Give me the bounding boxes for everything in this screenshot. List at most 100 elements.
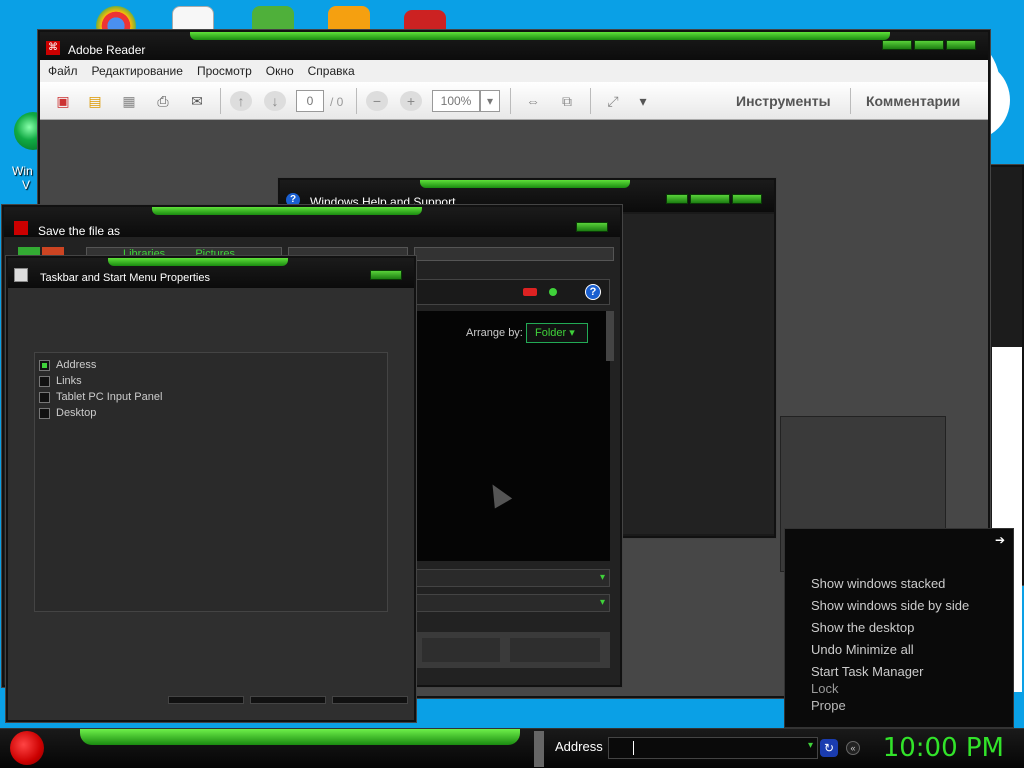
print-icon[interactable]: ⎙: [152, 91, 174, 111]
toolbar-strip: [414, 247, 614, 261]
arrange-chevron-icon: ▾: [569, 327, 575, 339]
taskbar-context-menu[interactable]: ➔ Show windows stacked Show windows side…: [784, 528, 1014, 728]
arrange-by-value: Folder: [535, 327, 567, 339]
address-label: Address: [56, 359, 97, 371]
email-icon[interactable]: ✉: [186, 91, 208, 111]
toolbar-option-links[interactable]: Links: [39, 373, 383, 389]
save-titlebar[interactable]: Save the file as: [4, 207, 620, 238]
red-status-icon: [523, 288, 537, 296]
taskbar-properties-window[interactable]: Taskbar and Start Menu Properties Addres…: [6, 256, 416, 722]
more-chevron-icon[interactable]: ▾: [632, 91, 654, 111]
cancel-button[interactable]: [510, 638, 600, 662]
cancel-props-button[interactable]: [250, 696, 326, 704]
file-list[interactable]: Arrange by: Folder ▾: [414, 311, 614, 561]
create-pdf-icon[interactable]: ▣: [52, 91, 74, 111]
zoom-in-icon[interactable]: +: [400, 91, 422, 111]
desktop-label: Desktop: [56, 407, 97, 419]
desktop-checkbox[interactable]: [39, 407, 50, 419]
links-checkbox[interactable]: [39, 375, 50, 387]
save-icon[interactable]: ▦: [118, 91, 140, 111]
taskbar[interactable]: Address ▾ ↻ « 10:00 PM: [0, 728, 1024, 768]
menu-item-lock[interactable]: Lock: [785, 683, 1013, 695]
help-icon[interactable]: ?: [585, 284, 601, 300]
help-minimize-button[interactable]: [666, 194, 688, 204]
taskbar-scroll-handle[interactable]: [534, 731, 544, 767]
save-title: Save the file as: [38, 224, 121, 238]
tablet-label: Tablet PC Input Panel: [56, 391, 163, 403]
page-total: / 0: [330, 95, 344, 109]
menu-window[interactable]: Окно: [266, 64, 294, 78]
green-status-icon: [549, 288, 557, 296]
help-close-button[interactable]: [732, 194, 762, 204]
ok-button[interactable]: [168, 696, 244, 704]
save-close-button[interactable]: [576, 222, 608, 232]
comments-button[interactable]: Комментарии: [866, 93, 960, 109]
menu-item-properties[interactable]: Prope: [785, 695, 1013, 717]
toolbar-option-address[interactable]: Address: [39, 357, 383, 373]
filetype-field[interactable]: ▾: [414, 594, 610, 612]
close-button[interactable]: [946, 40, 976, 50]
page-up-icon[interactable]: ↑: [230, 91, 252, 111]
toolbars-list: Address Links Tablet PC Input Panel Desk…: [34, 352, 388, 612]
taskbar-props-title: Taskbar and Start Menu Properties: [40, 272, 210, 284]
zoom-input[interactable]: 100%: [432, 90, 480, 112]
menu-item-task-manager[interactable]: Start Task Manager: [785, 661, 1013, 683]
zoom-out-icon[interactable]: −: [366, 91, 388, 111]
menu-bar: Файл Редактирование Просмотр Окно Справк…: [40, 60, 988, 82]
save-button[interactable]: [422, 638, 500, 662]
links-label: Links: [56, 375, 82, 387]
menu-file[interactable]: Файл: [48, 64, 78, 78]
arrange-by-dropdown[interactable]: Folder ▾: [526, 323, 588, 343]
menu-help[interactable]: Справка: [308, 64, 355, 78]
help-maximize-button[interactable]: [690, 194, 730, 204]
menu-item-show-desktop[interactable]: Show the desktop: [785, 617, 1013, 639]
desktop-icon-label: Win: [12, 164, 33, 178]
toolbar-option-desktop[interactable]: Desktop: [39, 405, 383, 421]
desktop-icon-label-2: V: [22, 178, 31, 192]
menu-item-side-by-side[interactable]: Show windows side by side: [785, 595, 1013, 617]
filename-field[interactable]: ▾: [414, 569, 610, 587]
menu-item-undo-minimize[interactable]: Undo Minimize all: [785, 639, 1013, 661]
start-button[interactable]: [10, 731, 44, 765]
filetype-chevron-icon: ▾: [599, 597, 605, 608]
footer-buttons: [414, 632, 610, 668]
apply-button[interactable]: [332, 696, 408, 704]
address-text-cursor: [633, 741, 634, 755]
address-checkbox[interactable]: [39, 359, 50, 371]
save-pdf-icon: [14, 221, 28, 235]
menu-item-stacked[interactable]: Show windows stacked: [785, 573, 1013, 595]
page-down-icon[interactable]: ↓: [264, 91, 286, 111]
toolbar: ▣ ▤ ▦ ⎙ ✉ ↑ ↓ 0 / 0 − + 100% ▾ ⇔ ⧉ ⤢ ▾ И…: [40, 82, 988, 120]
page-number-input[interactable]: 0: [296, 90, 324, 112]
toolbar-option-tablet[interactable]: Tablet PC Input Panel: [39, 389, 383, 405]
taskbar-green-bar: [80, 729, 520, 745]
menu-view[interactable]: Просмотр: [197, 64, 252, 78]
mouse-cursor-icon: [483, 479, 513, 509]
minimize-button[interactable]: [882, 40, 912, 50]
clock[interactable]: 10:00 PM: [883, 733, 1004, 763]
address-input[interactable]: ▾: [608, 737, 818, 759]
tablet-checkbox[interactable]: [39, 391, 50, 403]
tray-expand-icon[interactable]: «: [846, 741, 860, 755]
fullscreen-icon[interactable]: ⤢: [602, 91, 624, 111]
submenu-arrow-icon: ➔: [994, 533, 1005, 547]
zoom-dropdown-chevron-icon[interactable]: ▾: [480, 90, 500, 112]
open-icon[interactable]: ▤: [84, 91, 106, 111]
go-button-refresh-icon[interactable]: ↻: [820, 739, 838, 757]
adobe-titlebar[interactable]: ⌘ Adobe Reader: [40, 32, 988, 62]
fit-width-icon[interactable]: ⇔: [522, 91, 544, 111]
tools-button[interactable]: Инструменты: [736, 93, 831, 109]
fit-page-icon[interactable]: ⧉: [556, 91, 578, 111]
taskbar-props-icon: [14, 268, 28, 282]
taskbar-props-titlebar[interactable]: Taskbar and Start Menu Properties: [8, 258, 414, 288]
adobe-pdf-icon: ⌘: [46, 41, 60, 55]
taskbar-props-close-button[interactable]: [370, 270, 402, 280]
menu-edit[interactable]: Редактирование: [92, 64, 183, 78]
arrange-by-label: Arrange by:: [466, 327, 523, 339]
maximize-button[interactable]: [914, 40, 944, 50]
address-toolbar-label: Address: [555, 739, 603, 754]
scrollbar[interactable]: [606, 311, 614, 361]
nav-toolbar: ?: [414, 279, 610, 305]
address-dropdown-chevron-icon[interactable]: ▾: [808, 740, 813, 751]
filename-chevron-icon: ▾: [599, 572, 605, 583]
